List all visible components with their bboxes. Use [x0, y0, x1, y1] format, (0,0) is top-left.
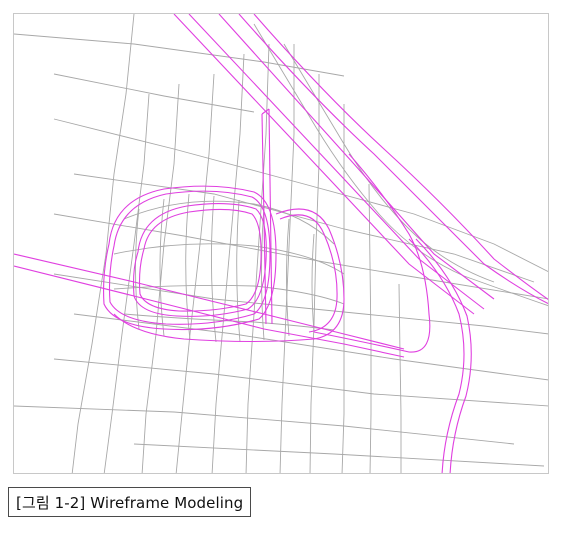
feature-curve	[173, 14, 475, 315]
figure-caption: [그림 1-2] Wireframe Modeling	[8, 487, 252, 517]
feature-curve	[14, 253, 405, 350]
grid-line	[53, 73, 255, 113]
feature-curve	[138, 208, 262, 312]
feature-curve	[218, 14, 495, 300]
feature-curve	[14, 265, 405, 358]
grid-line	[53, 358, 548, 407]
grid-line	[236, 199, 241, 343]
grid-line	[133, 443, 545, 467]
feature-curve	[132, 203, 267, 317]
grid-line	[211, 53, 245, 473]
grid-line	[123, 200, 335, 245]
grid-line	[113, 284, 345, 305]
feature-curves	[14, 14, 548, 473]
feature-curve	[188, 14, 485, 310]
feature-curve	[238, 14, 548, 305]
grid-line	[398, 283, 402, 473]
grid-line	[14, 405, 515, 445]
grid-line	[71, 14, 135, 473]
grid-line	[73, 313, 548, 381]
grid-line	[53, 118, 548, 272]
wireframe-drawing	[14, 14, 548, 473]
grid-line	[309, 74, 320, 473]
grid-line	[123, 313, 335, 331]
feature-curve	[279, 214, 338, 333]
grid-line	[311, 233, 315, 333]
wireframe-figure	[13, 13, 549, 474]
feature-curve	[408, 238, 465, 473]
grid-line	[368, 183, 372, 473]
grid-line	[14, 33, 345, 77]
